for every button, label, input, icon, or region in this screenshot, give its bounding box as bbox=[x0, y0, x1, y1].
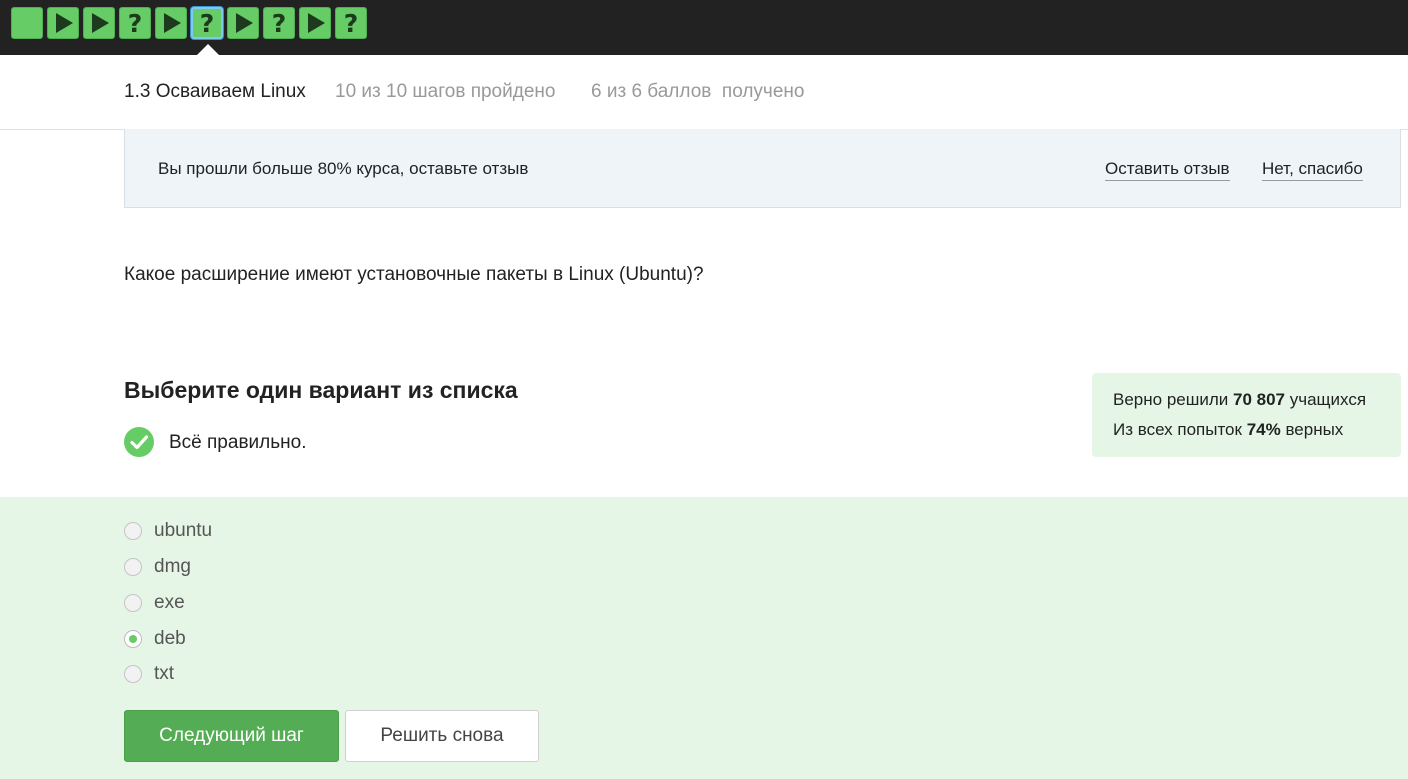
answer-area: ubuntu dmg exe deb txt Следующий шаг Реш… bbox=[0, 497, 1408, 779]
option-label: deb bbox=[154, 628, 186, 649]
step-2-video[interactable] bbox=[47, 7, 79, 39]
option-txt[interactable]: txt bbox=[124, 662, 174, 686]
decline-review-link[interactable]: Нет, спасибо bbox=[1262, 159, 1363, 181]
question-text: Какое расширение имеют установочные паке… bbox=[124, 264, 704, 285]
option-exe[interactable]: exe bbox=[124, 591, 185, 615]
question-icon: ? bbox=[271, 8, 287, 38]
play-icon bbox=[236, 13, 253, 33]
check-circle-icon bbox=[124, 427, 154, 457]
step-7-video[interactable] bbox=[227, 7, 259, 39]
option-ubuntu[interactable]: ubuntu bbox=[124, 519, 212, 543]
step-1-text[interactable] bbox=[11, 7, 43, 39]
banner-text: Вы прошли больше 80% курса, оставьте отз… bbox=[158, 159, 529, 178]
lesson-steps-progress: 10 из 10 шагов пройдено bbox=[335, 81, 556, 102]
result-message: Всё правильно. bbox=[169, 432, 307, 453]
solve-stats: Верно решили 70 807 учащихся Из всех поп… bbox=[1092, 373, 1401, 457]
step-8-quiz[interactable]: ? bbox=[263, 7, 295, 39]
task-title: Выберите один вариант из списка bbox=[124, 377, 518, 403]
play-icon bbox=[308, 13, 325, 33]
option-dmg[interactable]: dmg bbox=[124, 555, 191, 579]
step-4-quiz[interactable]: ? bbox=[119, 7, 151, 39]
next-step-button[interactable]: Следующий шаг bbox=[124, 710, 339, 762]
step-6-quiz-current[interactable]: ? bbox=[191, 7, 223, 39]
stats-accuracy-line: Из всех попыток 74% верных bbox=[1113, 420, 1344, 439]
play-icon bbox=[92, 13, 109, 33]
step-9-video[interactable] bbox=[299, 7, 331, 39]
option-label: ubuntu bbox=[154, 520, 213, 541]
stats-accuracy-value: 74% bbox=[1246, 420, 1281, 439]
radio-button[interactable] bbox=[124, 558, 142, 576]
question-icon: ? bbox=[127, 8, 143, 38]
lesson-title: 1.3 Осваиваем Linux bbox=[124, 81, 306, 102]
question-icon: ? bbox=[199, 8, 215, 38]
option-label: exe bbox=[154, 592, 185, 613]
step-3-video[interactable] bbox=[83, 7, 115, 39]
radio-button[interactable] bbox=[124, 522, 142, 540]
option-label: txt bbox=[154, 663, 175, 684]
step-5-video[interactable] bbox=[155, 7, 187, 39]
radio-button[interactable] bbox=[124, 665, 142, 683]
lesson-header: 1.3 Осваиваем Linux 10 из 10 шагов пройд… bbox=[0, 55, 1408, 130]
radio-button-selected[interactable] bbox=[124, 630, 142, 648]
option-label: dmg bbox=[154, 556, 191, 577]
step-10-quiz[interactable]: ? bbox=[335, 7, 367, 39]
step-navigation-bar: ? ? ? ? bbox=[0, 0, 1408, 55]
radio-button[interactable] bbox=[124, 594, 142, 612]
current-step-caret bbox=[197, 44, 219, 55]
question-icon: ? bbox=[343, 8, 359, 38]
play-icon bbox=[164, 13, 181, 33]
leave-review-link[interactable]: Оставить отзыв bbox=[1105, 159, 1230, 181]
solve-again-button[interactable]: Решить снова bbox=[345, 710, 539, 762]
stats-solvers-count: 70 807 bbox=[1233, 390, 1285, 409]
stats-solvers-line: Верно решили 70 807 учащихся bbox=[1113, 390, 1367, 409]
option-deb[interactable]: deb bbox=[124, 627, 186, 651]
lesson-score: 6 из 6 баллов получено bbox=[591, 81, 805, 102]
feedback-banner: Вы прошли больше 80% курса, оставьте отз… bbox=[124, 129, 1401, 208]
play-icon bbox=[56, 13, 73, 33]
radio-dot-icon bbox=[129, 635, 137, 643]
